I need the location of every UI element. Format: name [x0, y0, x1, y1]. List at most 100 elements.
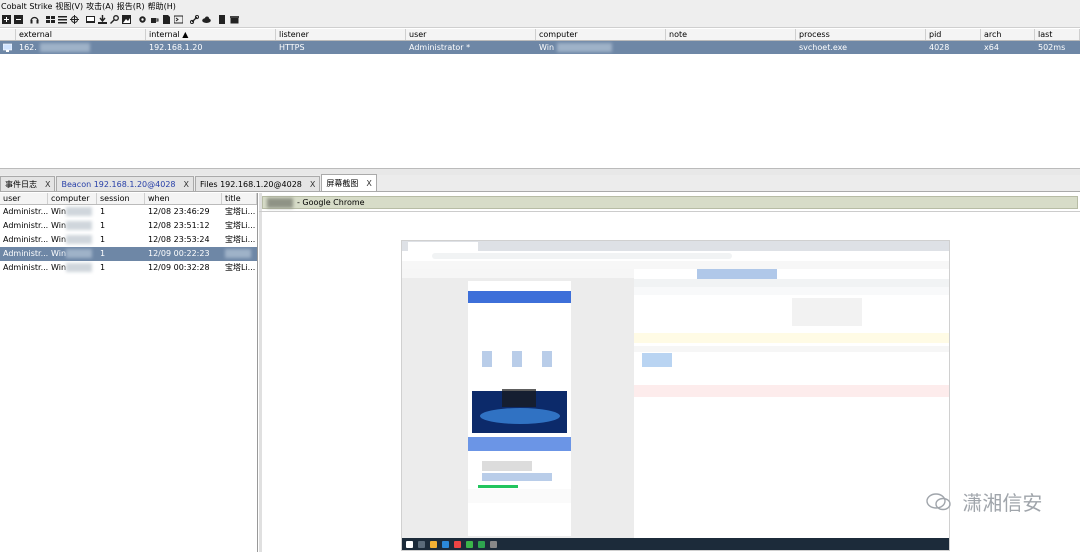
close-icon[interactable]: X [310, 180, 315, 189]
tab-bar: 事件日志 X Beacon 192.168.1.20@4028 X Files 19… [0, 174, 1080, 192]
beacon-computer: Win [536, 41, 666, 54]
shot-when: 12/09 00:22:23 [148, 249, 210, 258]
picture-icon[interactable] [122, 15, 131, 24]
shot-title [222, 247, 257, 261]
close-icon[interactable]: X [366, 179, 371, 188]
col-title[interactable]: title [222, 193, 257, 204]
col-when[interactable]: when [145, 193, 222, 204]
col-listener[interactable]: listener [276, 29, 406, 40]
redacted-block [267, 197, 293, 208]
menu-cobalt-strike[interactable]: Cobalt Strike [0, 2, 54, 11]
shot-computer: Win [48, 233, 97, 247]
menu-report[interactable]: 报告(R) [116, 1, 147, 12]
shot-title: 宝塔Li... [225, 207, 256, 216]
vertical-splitter[interactable] [259, 193, 262, 552]
screenshot-list-header: user computer session when title [0, 193, 257, 205]
captured-taskbar [402, 538, 949, 550]
shot-when: 12/08 23:46:29 [148, 207, 210, 216]
beacon-process: svchoet.exe [799, 43, 848, 52]
headphones-icon[interactable] [30, 15, 39, 24]
menu-attack[interactable]: 攻击(A) [85, 1, 116, 12]
list-icon[interactable] [58, 15, 67, 24]
crosshair-icon[interactable] [70, 15, 79, 24]
menu-help[interactable]: 帮助(H) [147, 1, 178, 12]
tab-event-log[interactable]: 事件日志 X [0, 176, 56, 191]
shot-title: 宝塔Li... [225, 221, 256, 230]
cloud-icon[interactable] [202, 15, 211, 24]
shot-when: 12/08 23:51:12 [148, 221, 210, 230]
targets-icon[interactable] [46, 15, 55, 24]
tab-screenshots[interactable]: 屏幕截图 X [321, 174, 377, 191]
tab-files[interactable]: Files 192.168.1.20@4028 X [194, 176, 321, 191]
file-icon[interactable] [162, 15, 171, 24]
col-computer[interactable]: computer [536, 29, 666, 40]
beacon-table-header: external internal ▲ listener user comput… [0, 29, 1080, 41]
box-icon[interactable] [230, 15, 239, 24]
preview-title-bar: - Google Chrome [262, 196, 1078, 209]
list-item[interactable]: Administr... Win 1 12/08 23:46:29 宝塔Li..… [0, 205, 257, 219]
shot-computer: Win [48, 219, 97, 233]
col-note[interactable]: note [666, 29, 796, 40]
beacon-listener: HTTPS [279, 43, 305, 52]
wechat-icon [926, 491, 952, 518]
shot-title: 宝塔Li... [225, 235, 256, 244]
col-pid[interactable]: pid [926, 29, 981, 40]
beacon-computer-icon [0, 41, 16, 54]
watermark: 潇湘信安 [926, 487, 1044, 540]
beacon-internal: 192.168.1.20 [149, 43, 203, 52]
shot-user: Administr... [3, 221, 48, 230]
shot-session: 1 [100, 221, 106, 230]
screenshot-list: user computer session when title Adminis… [0, 193, 258, 552]
plus-icon[interactable] [2, 15, 11, 24]
shot-when: 12/08 23:53:24 [148, 235, 210, 244]
captured-browser-image [402, 241, 949, 541]
close-icon[interactable]: X [184, 180, 189, 189]
col-session[interactable]: session [97, 193, 145, 204]
preview-title: - Google Chrome [297, 198, 365, 207]
beacon-pid: 4028 [929, 43, 950, 52]
shot-computer: Win [48, 261, 97, 275]
menu-bar: Cobalt Strike 视图(V) 攻击(A) 报告(R) 帮助(H) [0, 0, 1080, 12]
col-internal[interactable]: internal ▲ [146, 29, 276, 40]
download-icon[interactable] [98, 15, 107, 24]
divider [259, 211, 1080, 212]
key-icon[interactable] [110, 15, 119, 24]
col-process[interactable]: process [796, 29, 926, 40]
list-item[interactable]: Administr... Win 1 12/09 00:22:23 [0, 247, 257, 261]
terminal-icon[interactable] [174, 15, 183, 24]
shot-user: Administr... [3, 207, 48, 216]
captured-desktop-image [401, 240, 950, 551]
shot-title: 宝塔Li... [225, 263, 256, 272]
beacon-last: 502ms [1038, 43, 1066, 52]
list-item[interactable]: Administr... Win 1 12/08 23:53:24 宝塔Li..… [0, 233, 257, 247]
beacon-table: external internal ▲ listener user comput… [0, 29, 1080, 169]
shot-user: Administr... [3, 263, 48, 272]
shot-session: 1 [100, 235, 106, 244]
shot-user: Administr... [3, 235, 48, 244]
toolbar [0, 12, 1080, 28]
shot-session: 1 [100, 263, 106, 272]
list-item[interactable]: Administr... Win 1 12/09 00:32:28 宝塔Li..… [0, 261, 257, 275]
col-external[interactable]: external [16, 29, 146, 40]
menu-view[interactable]: 视图(V) [54, 1, 85, 12]
tab-beacon[interactable]: Beacon 192.168.1.20@4028 X [56, 176, 194, 191]
beacon-row[interactable]: 162. 192.168.1.20 HTTPS Administrator * … [0, 41, 1080, 54]
col-user[interactable]: user [406, 29, 536, 40]
minus-icon[interactable] [14, 15, 23, 24]
gear-icon[interactable] [138, 15, 147, 24]
col-user[interactable]: user [0, 193, 48, 204]
coffee-icon[interactable] [150, 15, 159, 24]
col-last[interactable]: last [1035, 29, 1080, 40]
link-icon[interactable] [190, 15, 199, 24]
close-icon[interactable]: X [45, 180, 50, 189]
col-computer[interactable]: computer [48, 193, 97, 204]
shot-when: 12/09 00:32:28 [148, 263, 210, 272]
shot-computer: Win [48, 247, 97, 261]
col-arch[interactable]: arch [981, 29, 1035, 40]
shot-session: 1 [100, 207, 106, 216]
beacon-external: 162. [16, 41, 146, 54]
image-icon[interactable] [86, 15, 95, 24]
screenshot-preview: - Google Chrome 潇湘信安 [259, 193, 1080, 552]
list-item[interactable]: Administr... Win 1 12/08 23:51:12 宝塔Li..… [0, 219, 257, 233]
book-icon[interactable] [218, 15, 227, 24]
